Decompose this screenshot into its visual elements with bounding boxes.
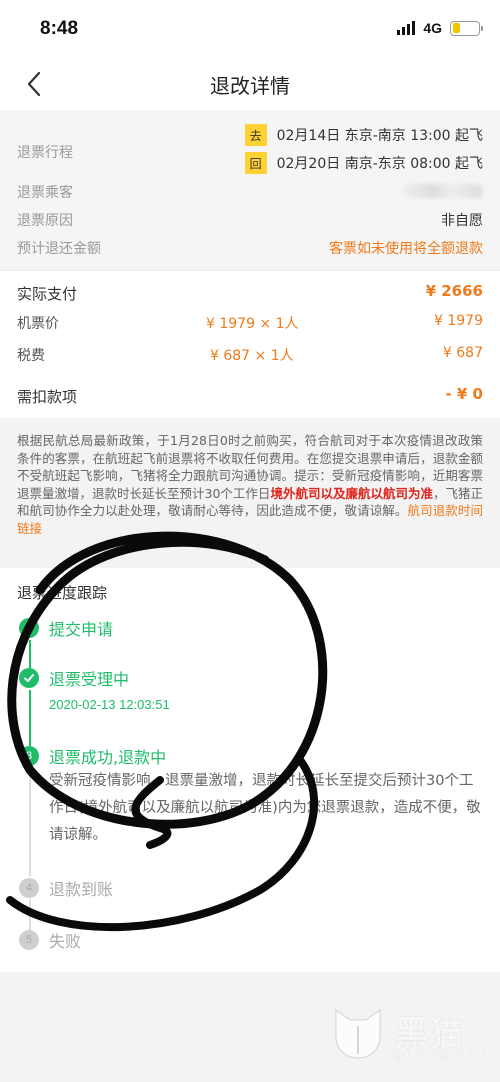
- trip-outbound: 去 02月14日 东京-南京 13:00 起飞: [244, 124, 483, 146]
- payment-section: 实际支付 ¥ 2666 机票价 ¥ 1979 × 1人 ¥ 1979 税费 ¥ …: [0, 270, 500, 418]
- trip-label: 退票行程: [17, 145, 73, 161]
- refund-info-section: 退票行程 去 02月14日 东京-南京 13:00 起飞 回 02月20日 南京…: [0, 110, 500, 270]
- status-indicators: 4G: [397, 20, 483, 36]
- actual-pay-label: 实际支付: [17, 285, 78, 303]
- battery-icon: [450, 20, 483, 36]
- step-processing-time: 2020-02-13 12:03:51: [49, 697, 170, 712]
- step-refunding-label: 退票成功,退款中: [49, 748, 167, 767]
- tax-label: 税费: [17, 348, 45, 364]
- progress-line-2: [29, 690, 31, 746]
- watermark: 黑猫 BLACK CAT: [328, 1000, 488, 1076]
- tax-calc: ¥ 687 × 1人: [210, 348, 294, 364]
- step-number-3-icon: 3: [19, 746, 39, 766]
- progress-line-3: [29, 768, 31, 876]
- reason-value: 非自愿: [441, 213, 483, 229]
- step-number-4-icon: 4: [19, 878, 39, 898]
- progress-title: 退票进度跟踪: [17, 584, 108, 602]
- passenger-label: 退票乘客: [17, 185, 73, 201]
- tax-value: ¥ 687: [442, 345, 483, 361]
- check-icon: [19, 618, 39, 638]
- ticket-price-calc: ¥ 1979 × 1人: [206, 316, 299, 332]
- progress-line-4: [29, 899, 31, 931]
- trip-outbound-text: 02月14日 东京-南京 13:00 起飞: [276, 128, 483, 144]
- step-submit-label: 提交申请: [49, 620, 114, 639]
- signal-icon: [397, 21, 416, 35]
- nav-bar: 退改详情: [0, 58, 500, 110]
- status-time: 8:48: [40, 18, 79, 39]
- step-refunded-label: 退款到账: [49, 880, 114, 899]
- watermark-brand-en: BLACK CAT: [394, 1048, 487, 1063]
- deduction-label: 需扣款项: [17, 388, 78, 406]
- ticket-price-value: ¥ 1979: [434, 313, 483, 329]
- refund-amount-label: 预计退还金额: [17, 241, 101, 257]
- status-bar: 8:48 4G: [0, 0, 500, 58]
- actual-pay-value: ¥ 2666: [425, 282, 483, 300]
- passenger-name-redacted: [403, 184, 483, 198]
- network-type: 4G: [423, 20, 442, 36]
- trip-tag-return: 回: [244, 152, 267, 174]
- deduction-value: - ¥ 0: [445, 385, 483, 403]
- reason-label: 退票原因: [17, 213, 73, 229]
- step-processing-label: 退票受理中: [49, 670, 130, 689]
- step-number-5-icon: 5: [19, 930, 39, 950]
- ticket-price-label: 机票价: [17, 316, 59, 332]
- step-failed-label: 失败: [49, 932, 82, 951]
- notice-highlight: 境外航司以及廉航以航司为准: [270, 485, 433, 501]
- trip-return-text: 02月20日 南京-东京 08:00 起飞: [276, 156, 483, 172]
- refund-amount-value: 客票如未使用将全额退款: [329, 241, 483, 257]
- refund-progress-section: 退票进度跟踪 提交申请 退票受理中 2020-02-13 12:03:51 3 …: [0, 568, 500, 972]
- check-icon: [19, 668, 39, 688]
- black-cat-logo-icon: [335, 1009, 381, 1059]
- trip-tag-outbound: 去: [244, 124, 267, 146]
- policy-notice: 根据民航总局最新政策，于1月28日0时之前购买，符合航司对于本次疫情退改政策条件…: [0, 418, 500, 542]
- page-title: 退改详情: [210, 74, 290, 98]
- step-refunding-desc: 受新冠疫情影响，退票量激增，退款时长延长至提交后预计30个工作日(境外航司以及廉…: [49, 773, 481, 843]
- trip-return: 回 02月20日 南京-东京 08:00 起飞: [244, 152, 483, 174]
